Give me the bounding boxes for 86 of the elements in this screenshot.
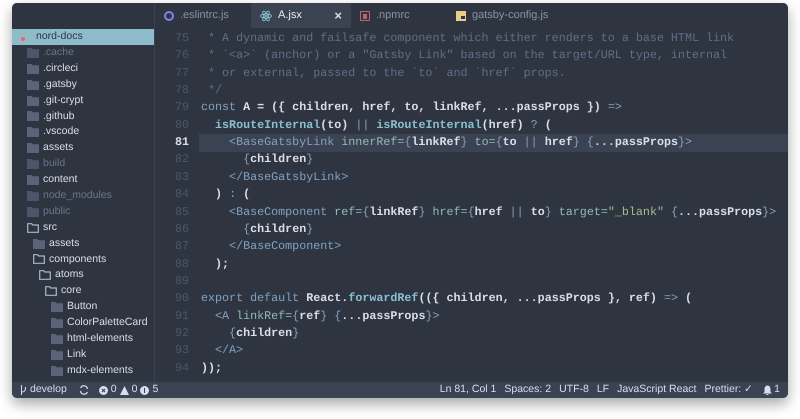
- editor-tab[interactable]: A.jsx ×: [251, 3, 351, 28]
- file-type-icon: [456, 10, 466, 20]
- close-button[interactable]: ×: [334, 6, 342, 26]
- folder-icon: [27, 127, 39, 138]
- code-line: export default React.forwardRef(({ children, ...passProps }, ref) => (: [201, 290, 692, 308]
- error-count: 0: [110, 382, 117, 398]
- tree-item[interactable]: ColorPaletteCard: [12, 315, 154, 331]
- open-folder-icon: [39, 270, 51, 280]
- code-line: */: [207, 82, 222, 99]
- folder-icon: [27, 174, 39, 185]
- notification-count: 1: [774, 382, 780, 398]
- sync-icon[interactable]: [78, 385, 89, 395]
- code-line: * A dynamic and failsafe component which either renders to a base HTML link: [207, 30, 734, 47]
- folder-icon: [27, 111, 39, 122]
- code-line: isRouteInternal(to) || isRouteInternal(href) ? (: [214, 116, 552, 134]
- circle-icon: [164, 10, 174, 20]
- folder-icon: [27, 190, 39, 201]
- tree-item[interactable]: .gatsby: [12, 76, 154, 93]
- open-folder-icon: [33, 254, 45, 264]
- tree-item[interactable]: content: [12, 172, 154, 188]
- warning-icon: [120, 386, 129, 394]
- folder-icon: [27, 96, 39, 106]
- code-line: {children}: [242, 220, 314, 238]
- tree-item[interactable]: atoms: [12, 267, 154, 284]
- tree-item[interactable]: html-elements: [12, 330, 154, 347]
- bell-icon[interactable]: [763, 385, 772, 395]
- code-line: <A linkRef={ref} {...passProps}>: [214, 308, 440, 325]
- tree-item[interactable]: core: [12, 283, 154, 300]
- folder-icon: [27, 48, 39, 58]
- info-icon: [140, 386, 150, 394]
- branch-icon: [20, 385, 27, 395]
- tree-item[interactable]: assets: [12, 140, 154, 156]
- code-line: const A = ({ children, href, to, linkRef, ...passProps }) =>: [201, 99, 622, 116]
- code-line: {children}: [228, 325, 300, 342]
- code-line: </BaseComponent>: [228, 238, 342, 256]
- folder-icon: [33, 238, 45, 249]
- tree-item[interactable]: .github: [12, 108, 154, 124]
- status-item[interactable]: UTF-8: [559, 382, 589, 398]
- status-item[interactable]: JavaScript React: [617, 382, 696, 398]
- tree-item[interactable]: .vscode: [12, 124, 154, 140]
- code-line: ) : (: [214, 186, 250, 204]
- code-line: ));: [201, 360, 222, 377]
- editor-tab[interactable]: gatsby-config.js: [447, 3, 577, 28]
- repo-icon: [20, 32, 32, 42]
- open-folder-icon: [27, 222, 39, 233]
- folder-icon: [51, 318, 63, 328]
- code-line: {children}: [242, 151, 314, 168]
- folder-icon: [51, 334, 63, 344]
- folder-icon: [27, 159, 39, 170]
- code-line: * `<a>` (anchor) or a "Gatsby Link" based on the target/URL type, internal: [207, 47, 728, 64]
- error-icon: [98, 386, 108, 394]
- editor-tab[interactable]: .eslintrc.js: [155, 3, 251, 28]
- folder-icon: [51, 302, 63, 312]
- tree-item[interactable]: src: [12, 220, 154, 236]
- atom-icon: [260, 10, 272, 22]
- tree-item[interactable]: components: [12, 251, 154, 268]
- square-icon: [360, 10, 370, 20]
- tree-item[interactable]: .git-crypt: [12, 92, 154, 108]
- folder-icon: [27, 80, 39, 90]
- status-item[interactable]: LF: [596, 382, 610, 398]
- tree-item[interactable]: nord-docs: [12, 29, 154, 45]
- branch-name[interactable]: develop: [30, 382, 67, 398]
- tree-item[interactable]: Link: [12, 346, 154, 363]
- folder-icon: [51, 366, 63, 376]
- warning-count: 0: [132, 382, 138, 398]
- tree-item[interactable]: Button: [12, 299, 154, 316]
- tree-item[interactable]: mdx-elements: [12, 362, 154, 379]
- code-line: );: [214, 256, 230, 273]
- status-item[interactable]: Prettier: ✓: [704, 382, 754, 398]
- code-line: <BaseComponent ref={linkRef} href={href || to} target="_blank" {...passProps}>: [228, 204, 776, 220]
- tree-item[interactable]: assets: [12, 236, 154, 252]
- code-line: </BaseGatsbyLink>: [228, 168, 348, 186]
- folder-icon: [51, 350, 63, 360]
- tree-item[interactable]: .circleci: [12, 60, 154, 77]
- line-number: 81: [174, 134, 190, 152]
- code-line: <BaseGatsbyLink innerRef={linkRef} to={to || href} {...passProps}>: [228, 134, 692, 152]
- editor-tab[interactable]: .npmrc: [351, 3, 447, 28]
- folder-icon: [27, 206, 39, 217]
- code-line: * or external, passed to the `to` and `href` props.: [207, 64, 566, 82]
- open-folder-icon: [45, 286, 57, 296]
- info-count: 5: [152, 382, 158, 398]
- status-item[interactable]: Ln 81, Col 1: [440, 382, 496, 398]
- code-line: </A>: [214, 342, 244, 360]
- folder-icon: [27, 64, 39, 74]
- status-item[interactable]: Spaces: 2: [504, 382, 552, 398]
- folder-icon: [27, 143, 39, 154]
